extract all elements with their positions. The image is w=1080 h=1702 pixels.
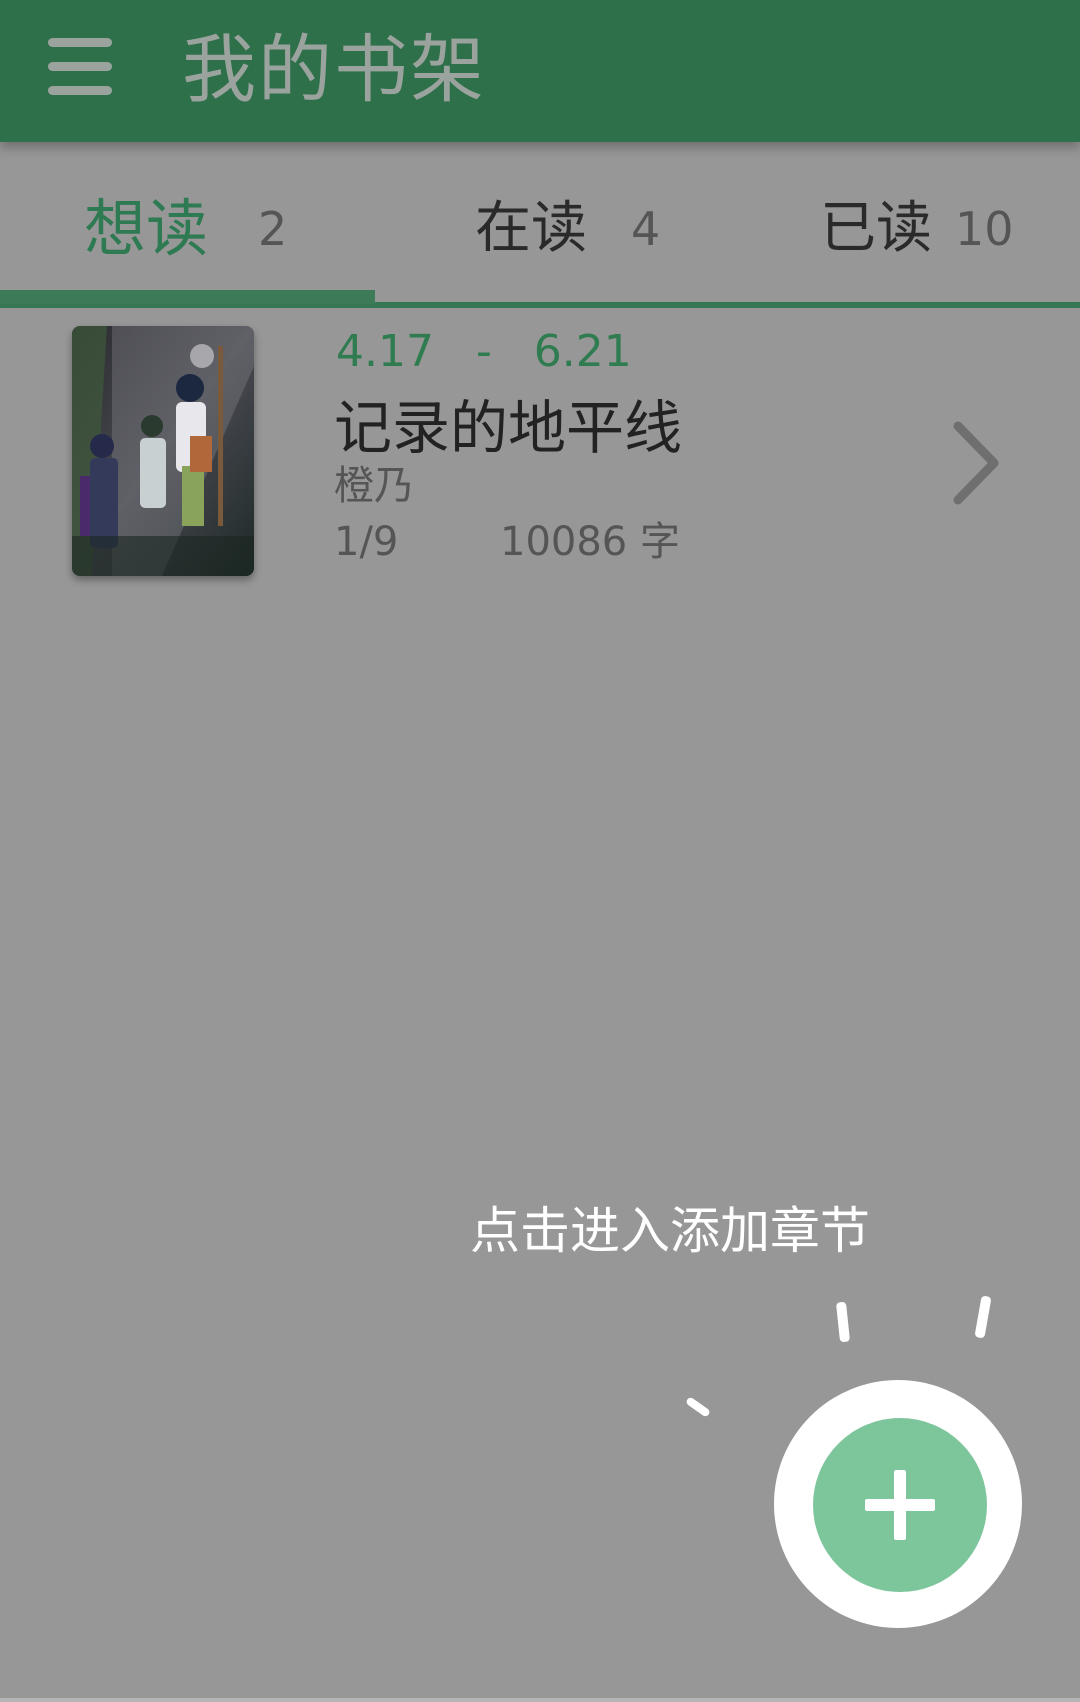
date-separator: -: [475, 326, 492, 377]
start-date: 4.17: [336, 326, 434, 377]
tab-finished[interactable]: 已读 10: [735, 142, 1080, 302]
highlight-spark: [685, 1396, 711, 1418]
tab-label: 想读: [84, 192, 209, 265]
highlight-spark: [974, 1295, 992, 1339]
word-count: 10086 字: [500, 519, 680, 565]
hamburger-menu-icon[interactable]: [42, 34, 118, 98]
bottom-edge: [0, 1698, 1080, 1702]
end-date: 6.21: [533, 326, 632, 377]
tab-label: 已读: [820, 196, 932, 261]
menu-bar-line: [48, 86, 112, 95]
highlight-spark: [835, 1301, 851, 1343]
menu-bar-line: [48, 62, 112, 71]
menu-bar-line: [48, 38, 112, 47]
add-chapter-hint: 点击进入添加章节: [470, 1202, 870, 1260]
tab-count: 4: [631, 202, 661, 256]
shelf-tabs: 想读 2 在读 4 已读 10: [0, 142, 1080, 308]
book-list-item[interactable]: 4.17 - 6.21 记录的地平线 橙乃 1/9 10086 字: [0, 310, 1080, 600]
app-bar: 我的书架: [0, 0, 1080, 142]
chapter-progress: 1/9: [334, 519, 399, 565]
tab-label: 在读: [475, 196, 587, 261]
tab-count: 2: [258, 202, 288, 256]
page-title: 我的书架: [182, 27, 486, 113]
add-chapter-button[interactable]: [813, 1418, 987, 1592]
book-cover-image: [72, 326, 254, 576]
book-author: 橙乃: [334, 463, 414, 509]
tab-count: 10: [955, 202, 1014, 256]
tab-reading[interactable]: 在读 4: [375, 142, 735, 302]
chevron-right-icon[interactable]: [946, 418, 1006, 508]
active-tab-indicator: [0, 290, 375, 304]
tab-want-to-read[interactable]: 想读 2: [0, 142, 375, 302]
plus-icon: [894, 1470, 906, 1540]
reading-date-range: 4.17 - 6.21: [336, 322, 632, 382]
